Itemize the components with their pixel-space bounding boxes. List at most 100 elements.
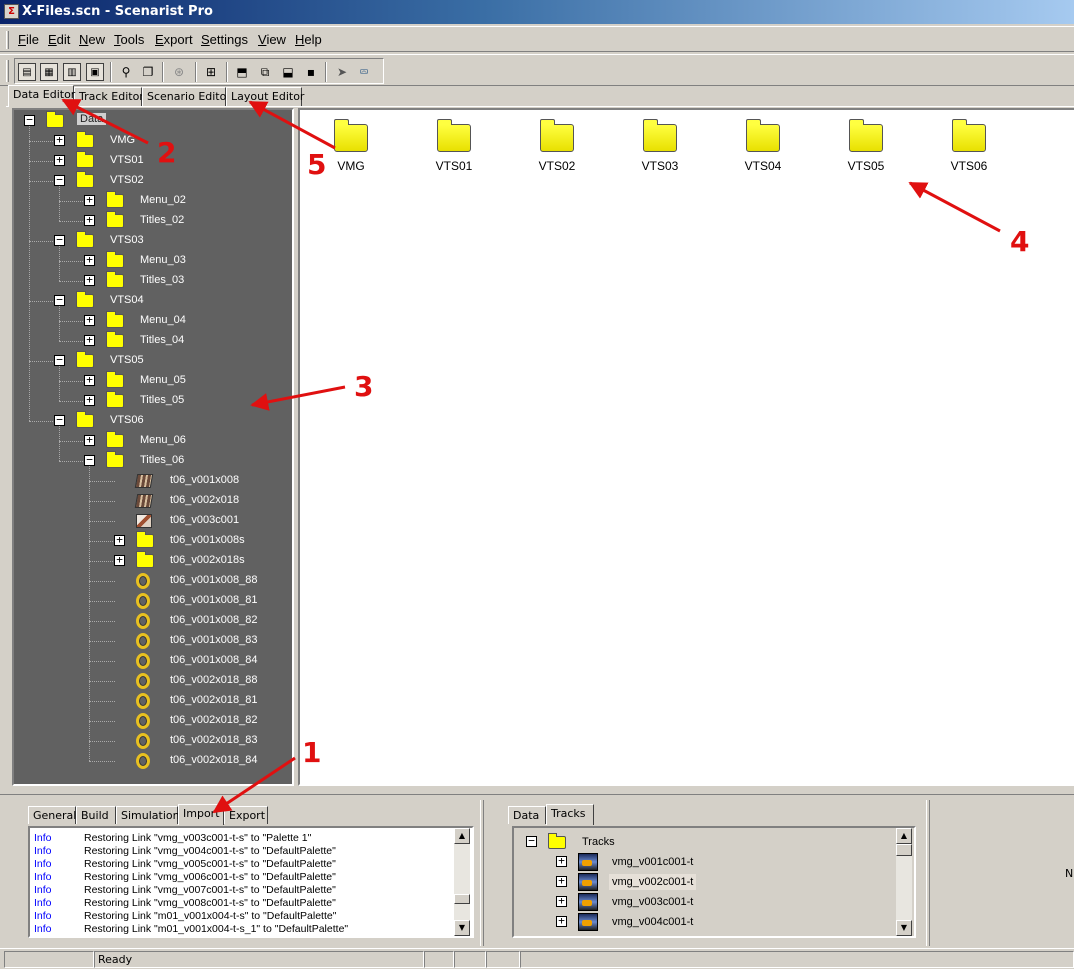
tree-item-label: Titles_04: [140, 334, 185, 346]
expand-icon[interactable]: +: [556, 915, 567, 927]
expand-icon[interactable]: +: [556, 855, 567, 867]
collapse-icon[interactable]: −: [24, 114, 35, 126]
folder-icon: [106, 391, 124, 408]
scroll-up-button[interactable]: ▲: [454, 828, 470, 844]
folder-view-item-vts05[interactable]: VTS05: [836, 119, 896, 173]
data-tree-panel[interactable]: − Data + VMG + VTS01 − VTS02 + Menu_02 + Titles_02 −…: [12, 108, 294, 786]
tab-export[interactable]: Export: [224, 806, 268, 824]
tree-item-label: Menu_06: [140, 434, 186, 446]
view-data-icon[interactable]: ▤: [18, 63, 36, 81]
window-title-bar[interactable]: Σ X-Files.scn - Scenarist Pro: [0, 0, 1074, 24]
toolbar-grip[interactable]: [6, 60, 9, 82]
scroll-up-button[interactable]: ▲: [896, 828, 912, 844]
expand-icon[interactable]: +: [84, 214, 95, 226]
menu-edit[interactable]: Edit: [48, 32, 70, 47]
collapse-icon[interactable]: −: [54, 174, 65, 186]
folder-icon: [106, 451, 124, 468]
expand-icon[interactable]: +: [84, 274, 95, 286]
tab-general[interactable]: General: [28, 806, 76, 824]
expand-icon[interactable]: +: [84, 374, 95, 386]
pointer-icon[interactable]: ➤: [333, 63, 351, 81]
tree-item-label: Menu_04: [140, 314, 186, 326]
scenarist-app-icon: Σ: [4, 4, 19, 19]
scroll-down-button[interactable]: ▼: [896, 920, 912, 936]
tree-connector: [59, 341, 85, 342]
tree-item-label: t06_v002x018s: [170, 554, 245, 566]
open-folder-icon[interactable]: ❐: [139, 63, 157, 81]
expand-icon[interactable]: +: [54, 154, 65, 166]
log-message: Restoring Link "vmg_v005c001-t-s" to "De…: [84, 858, 336, 870]
scroll-down-button[interactable]: ▼: [454, 920, 470, 936]
log-level: Info: [34, 897, 52, 909]
folder-view-item-vmg[interactable]: VMG: [321, 119, 381, 173]
expand-icon[interactable]: +: [84, 394, 95, 406]
folder-view-item-vts03[interactable]: VTS03: [630, 119, 690, 173]
folder-view-panel[interactable]: VMG VTS01 VTS02 VTS03 VTS04 VTS05 VTS06: [298, 108, 1074, 786]
menu-bar-grip[interactable]: [6, 31, 9, 49]
expand-icon[interactable]: +: [114, 554, 125, 566]
menu-file[interactable]: File: [18, 32, 39, 47]
menu-help[interactable]: Help: [295, 32, 322, 47]
globe-icon[interactable]: ⊛: [170, 63, 188, 81]
tree-connector: [59, 221, 85, 222]
expand-icon[interactable]: +: [84, 314, 95, 326]
folder-view-item-vts02[interactable]: VTS02: [527, 119, 587, 173]
tab-simulation[interactable]: Simulation: [116, 806, 180, 824]
track-icon: [578, 853, 598, 871]
expand-icon[interactable]: +: [84, 334, 95, 346]
new-folder-icon[interactable]: ⊞: [202, 63, 220, 81]
collapse-icon[interactable]: −: [54, 234, 65, 246]
scroll-thumb[interactable]: [454, 894, 470, 904]
folder-icon: [643, 119, 677, 152]
tab-tracks[interactable]: Tracks: [546, 804, 594, 825]
collapse-icon[interactable]: −: [54, 354, 65, 366]
expand-icon[interactable]: +: [114, 534, 125, 546]
tracks-scrollbar[interactable]: ▲ ▼: [896, 828, 912, 936]
tab-import[interactable]: Import: [178, 804, 224, 825]
search-icon[interactable]: ⚲: [117, 63, 135, 81]
expand-icon[interactable]: +: [556, 875, 567, 887]
tab-layout-editor[interactable]: Layout Editor: [226, 87, 304, 106]
expand-icon[interactable]: +: [54, 134, 65, 146]
folder-icon: [540, 119, 574, 152]
menu-new[interactable]: New: [79, 32, 105, 47]
folder-view-item-vts06[interactable]: VTS06: [939, 119, 999, 173]
export-icon[interactable]: ⬓: [279, 63, 297, 81]
import-log[interactable]: Info Restoring Link "vmg_v003c001-t-s" to…: [28, 826, 474, 938]
menu-export[interactable]: Export: [155, 32, 193, 47]
expand-icon[interactable]: +: [84, 254, 95, 266]
view-track-icon[interactable]: ▦: [40, 63, 58, 81]
import-icon[interactable]: ⬒: [233, 63, 251, 81]
folder-view-item-vts04[interactable]: VTS04: [733, 119, 793, 173]
annotation-3: 3: [354, 370, 374, 403]
tab-scenario-editor[interactable]: Scenario Editor: [142, 87, 231, 106]
scroll-thumb[interactable]: [896, 844, 912, 856]
collapse-icon[interactable]: −: [84, 454, 95, 466]
collapse-icon[interactable]: −: [526, 835, 537, 847]
tab-build[interactable]: Build: [76, 806, 116, 824]
log-scrollbar[interactable]: ▲ ▼: [454, 828, 470, 936]
menu-view[interactable]: View: [258, 32, 286, 47]
pane-splitter[interactable]: [926, 800, 930, 946]
folder-view-item-vts01[interactable]: VTS01: [424, 119, 484, 173]
tab-data[interactable]: Data: [508, 806, 546, 824]
menu-tools[interactable]: Tools: [114, 32, 144, 47]
expand-icon[interactable]: +: [84, 194, 95, 206]
menu-settings[interactable]: Settings: [201, 32, 248, 47]
expand-icon[interactable]: +: [556, 895, 567, 907]
tab-data-editor[interactable]: Data Editor: [8, 85, 75, 107]
copy-icon[interactable]: ⧉: [256, 63, 274, 81]
folder-icon: [76, 131, 94, 148]
view-scenario-icon[interactable]: ▥: [63, 63, 81, 81]
build-icon[interactable]: ⮹: [355, 63, 373, 81]
video-clip-icon: [134, 474, 154, 488]
tree-connector: [29, 421, 55, 422]
pane-splitter[interactable]: [480, 800, 484, 946]
view-layout-icon[interactable]: ▣: [86, 63, 104, 81]
collapse-icon[interactable]: −: [54, 414, 65, 426]
tracks-tree[interactable]: − Tracks + vmg_v001c001-t + vmg_v002c001…: [512, 826, 916, 938]
disk-icon[interactable]: ▪: [302, 63, 320, 81]
tab-track-editor[interactable]: Track Editor: [74, 87, 144, 106]
collapse-icon[interactable]: −: [54, 294, 65, 306]
expand-icon[interactable]: +: [84, 434, 95, 446]
